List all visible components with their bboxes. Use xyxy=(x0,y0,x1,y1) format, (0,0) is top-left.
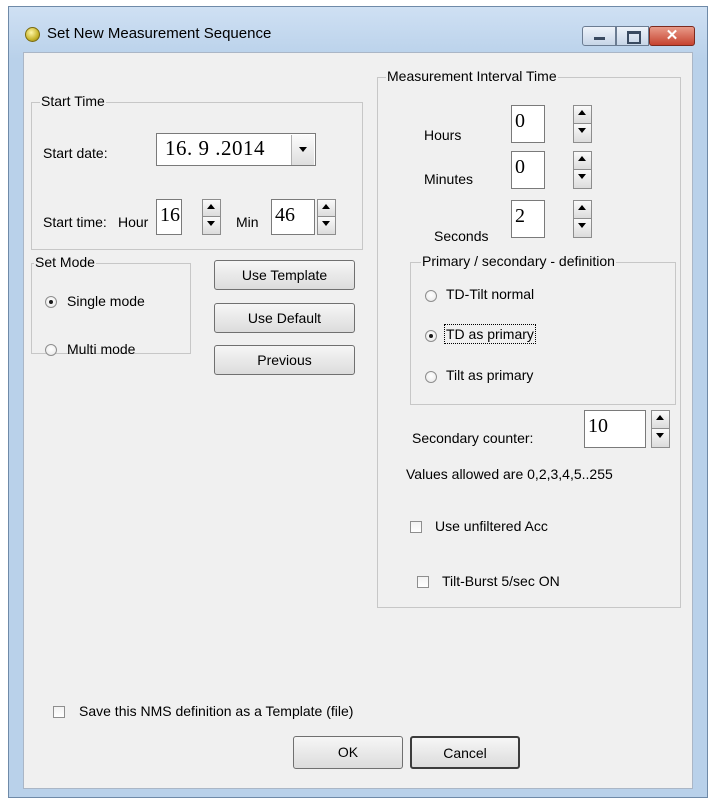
tilt-burst-checkbox[interactable] xyxy=(417,576,429,588)
seconds-label: Seconds xyxy=(434,228,489,244)
app-icon xyxy=(25,27,40,42)
unfiltered-acc-label[interactable]: Use unfiltered Acc xyxy=(435,518,548,534)
spin-up-icon[interactable] xyxy=(203,200,220,217)
tilt-as-primary-label[interactable]: Tilt as primary xyxy=(446,367,533,383)
td-tilt-normal-label[interactable]: TD-Tilt normal xyxy=(446,286,534,302)
hours-label: Hours xyxy=(424,127,462,143)
spin-down-icon[interactable] xyxy=(203,217,220,234)
primary-secondary-legend: Primary / secondary - definition xyxy=(421,253,616,269)
spin-up-icon[interactable] xyxy=(652,411,669,429)
hours-spinner[interactable] xyxy=(573,105,592,143)
seconds-spinner[interactable] xyxy=(573,200,592,238)
spin-up-icon[interactable] xyxy=(574,152,591,170)
spin-down-icon[interactable] xyxy=(652,429,669,447)
save-template-checkbox[interactable] xyxy=(53,706,65,718)
spin-down-icon[interactable] xyxy=(574,170,591,188)
minutes-input[interactable]: 0 xyxy=(511,151,545,189)
seconds-input[interactable]: 2 xyxy=(511,200,545,238)
minimize-icon xyxy=(594,37,605,40)
maximize-icon xyxy=(627,31,641,44)
td-tilt-normal-radio[interactable] xyxy=(425,290,437,302)
start-time-legend: Start Time xyxy=(40,93,106,109)
multi-mode-label[interactable]: Multi mode xyxy=(67,341,135,357)
start-date-label: Start date: xyxy=(43,145,108,161)
secondary-counter-label: Secondary counter: xyxy=(412,430,534,446)
dialog-window: Set New Measurement Sequence ✕ Start Tim… xyxy=(8,6,708,798)
secondary-counter-input[interactable]: 10 xyxy=(584,410,646,448)
minute-input[interactable]: 46 xyxy=(271,199,315,235)
start-time-label: Start time: xyxy=(43,214,107,230)
spin-up-icon[interactable] xyxy=(574,201,591,219)
use-template-button[interactable]: Use Template xyxy=(214,260,355,290)
start-date-value: 16. 9 .2014 xyxy=(165,136,265,160)
spin-up-icon[interactable] xyxy=(574,106,591,124)
minute-spinner[interactable] xyxy=(317,199,336,235)
cancel-button[interactable]: Cancel xyxy=(410,736,520,769)
hour-spinner[interactable] xyxy=(202,199,221,235)
single-mode-label[interactable]: Single mode xyxy=(67,293,145,309)
hour-label: Hour xyxy=(118,214,149,230)
min-label: Min xyxy=(236,214,259,230)
minutes-label: Minutes xyxy=(424,171,474,187)
minimize-button[interactable] xyxy=(582,26,616,46)
single-mode-radio[interactable] xyxy=(45,296,57,308)
use-default-button[interactable]: Use Default xyxy=(214,303,355,333)
ok-button[interactable]: OK xyxy=(293,736,403,769)
spin-down-icon[interactable] xyxy=(574,219,591,237)
close-button[interactable]: ✕ xyxy=(649,26,695,46)
dialog-client-area: Start Time Start date: 16. 9 .2014 Start… xyxy=(23,52,693,789)
td-as-primary-label[interactable]: TD as primary xyxy=(444,324,536,344)
allowed-values-text: Values allowed are 0,2,3,4,5..255 xyxy=(406,466,613,482)
start-date-picker[interactable]: 16. 9 .2014 xyxy=(156,133,316,166)
tilt-burst-label[interactable]: Tilt-Burst 5/sec ON xyxy=(442,573,560,589)
tilt-as-primary-radio[interactable] xyxy=(425,371,437,383)
save-template-label[interactable]: Save this NMS definition as a Template (… xyxy=(79,703,353,719)
td-as-primary-radio[interactable] xyxy=(425,330,437,342)
set-mode-legend: Set Mode xyxy=(34,254,96,270)
chevron-down-icon[interactable] xyxy=(291,135,314,165)
window-title: Set New Measurement Sequence xyxy=(47,25,272,42)
previous-button[interactable]: Previous xyxy=(214,345,355,375)
measurement-interval-legend: Measurement Interval Time xyxy=(386,68,558,84)
maximize-button[interactable] xyxy=(616,26,649,46)
spin-down-icon[interactable] xyxy=(574,124,591,142)
spin-up-icon[interactable] xyxy=(318,200,335,217)
multi-mode-radio[interactable] xyxy=(45,344,57,356)
hours-input[interactable]: 0 xyxy=(511,105,545,143)
close-icon: ✕ xyxy=(665,27,679,44)
hour-input[interactable]: 16 xyxy=(156,199,182,235)
secondary-counter-spinner[interactable] xyxy=(651,410,670,448)
spin-down-icon[interactable] xyxy=(318,217,335,234)
minutes-spinner[interactable] xyxy=(573,151,592,189)
unfiltered-acc-checkbox[interactable] xyxy=(410,521,422,533)
